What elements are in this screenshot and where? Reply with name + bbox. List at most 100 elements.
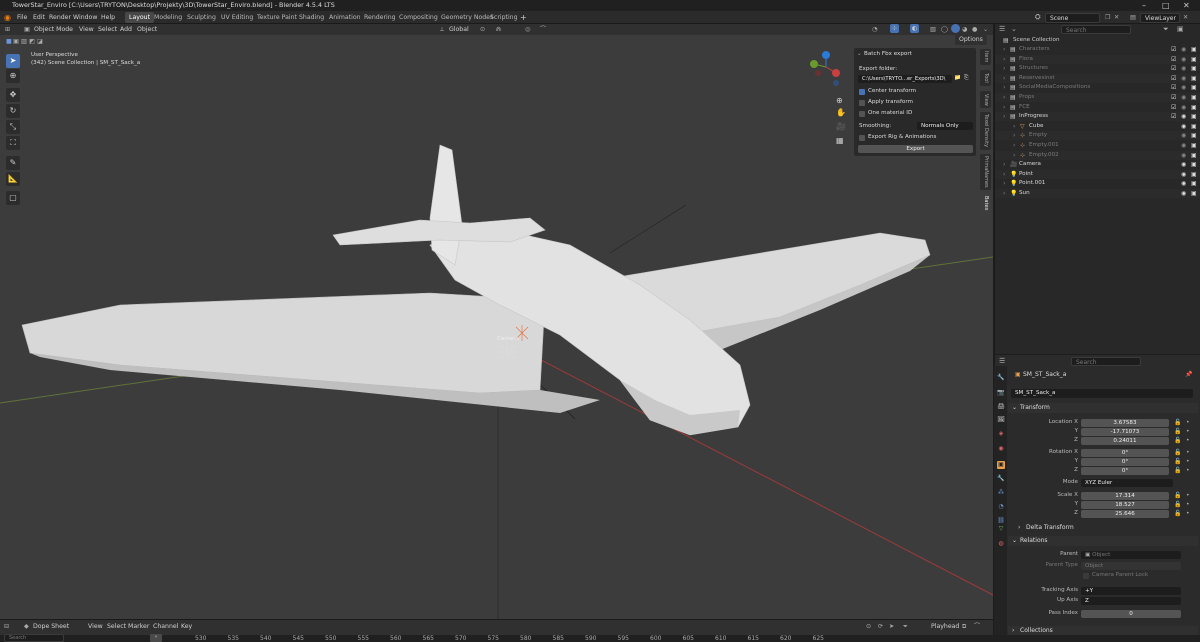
- scene-copy-icon[interactable]: ❐: [1105, 11, 1111, 24]
- outliner-row[interactable]: › ▤ FCE ☑ ◉ ▣: [995, 103, 1200, 112]
- render-toggle-icon[interactable]: ▣: [1191, 103, 1197, 112]
- move-tool-button[interactable]: ✥: [6, 88, 20, 102]
- render-toggle-icon[interactable]: ▣: [1191, 55, 1197, 64]
- visibility-eye-icon[interactable]: ◉: [1181, 179, 1186, 188]
- expand-arrow-icon[interactable]: ›: [1003, 45, 1005, 54]
- filter-icon[interactable]: ⏷: [1163, 25, 1169, 34]
- parent-type-dropdown[interactable]: Object: [1081, 562, 1181, 570]
- keyframe-icon[interactable]: •: [1186, 428, 1190, 435]
- export-folder-input[interactable]: C:\Users\TRYTO...er_Exports\3D\: [858, 75, 952, 83]
- lock-icon[interactable]: 🔓: [1174, 437, 1181, 444]
- exclude-checkbox-icon[interactable]: ☑: [1171, 83, 1176, 92]
- add-cube-tool-button[interactable]: ▢: [6, 191, 20, 205]
- visibility-eye-icon[interactable]: ◉: [1181, 170, 1186, 179]
- render-toggle-icon[interactable]: ▣: [1191, 64, 1197, 73]
- transform-section-header[interactable]: ⌄ Transform: [1008, 403, 1198, 413]
- proportional-icon[interactable]: ⌒: [974, 620, 980, 633]
- close-icon[interactable]: ✕: [1183, 0, 1190, 11]
- playhead-dropdown[interactable]: Playhead: [931, 620, 959, 633]
- keyframe-icon[interactable]: •: [1186, 458, 1190, 465]
- select-tool-button[interactable]: ➤: [6, 54, 20, 68]
- dope-sheet-search-input[interactable]: Search: [4, 634, 64, 642]
- options-dropdown[interactable]: Options: [955, 35, 987, 45]
- render-toggle-icon[interactable]: ▣: [1191, 45, 1197, 54]
- outliner-row[interactable]: › ▽ Cube ◉ ▣: [995, 122, 1200, 131]
- expand-arrow-icon[interactable]: ›: [1003, 103, 1005, 112]
- workspace-tab-scripting[interactable]: Scripting: [486, 12, 522, 23]
- outliner-row[interactable]: › 💡 Point.001 ◉ ▣: [995, 179, 1200, 188]
- keyframe-icon[interactable]: •: [1186, 449, 1190, 456]
- timeline-menu-view[interactable]: View: [88, 620, 103, 633]
- outliner-display-mode-icon[interactable]: ⌄: [1011, 25, 1017, 33]
- outliner-row-scene-collection[interactable]: ▤ Scene Collection: [995, 36, 1200, 45]
- rotation-x-field[interactable]: 0°: [1081, 449, 1169, 457]
- scene-selector[interactable]: Scene: [1045, 13, 1100, 23]
- annotate-tool-button[interactable]: ✎: [6, 156, 20, 170]
- scene-remove-icon[interactable]: ✕: [1114, 11, 1119, 24]
- properties-editor-icon[interactable]: ☰: [999, 357, 1005, 365]
- exclude-checkbox-icon[interactable]: ☑: [1171, 112, 1176, 121]
- workspace-tab-compositing[interactable]: Compositing: [395, 12, 442, 23]
- render-tab-icon[interactable]: 📷: [997, 389, 1005, 397]
- auto-key-icon[interactable]: ⟳: [878, 620, 883, 633]
- transform-tool-button[interactable]: ⛶: [6, 136, 20, 150]
- dope-sheet-mode-dropdown[interactable]: Dope Sheet: [33, 620, 69, 633]
- modifier-tab-icon[interactable]: 🔧: [997, 475, 1005, 483]
- outliner-row[interactable]: › ▤ Characters ☑ ◉ ▣: [995, 45, 1200, 54]
- location-z-field[interactable]: 0.24011: [1081, 437, 1169, 445]
- outliner-row[interactable]: › 💡 Sun ◉ ▣: [995, 189, 1200, 198]
- tab-texel-density[interactable]: Texel Density: [980, 112, 991, 150]
- outliner-row[interactable]: › ⊹ Empty.002 ◉ ▣: [995, 150, 1200, 160]
- exclude-checkbox-icon[interactable]: ☑: [1171, 64, 1176, 73]
- particles-tab-icon[interactable]: ⁂: [997, 489, 1005, 497]
- timeline-menu-select[interactable]: Select: [107, 620, 126, 633]
- keyframe-icon[interactable]: •: [1186, 501, 1190, 508]
- lock-icon[interactable]: 🔓: [1174, 428, 1181, 435]
- visibility-eye-icon[interactable]: ◉: [1181, 112, 1186, 121]
- rotation-mode-dropdown[interactable]: XYZ Euler: [1081, 479, 1173, 487]
- physics-tab-icon[interactable]: ◔: [997, 503, 1005, 511]
- visibility-eye-icon[interactable]: ◉: [1181, 74, 1186, 83]
- scroll-left-icon[interactable]: «: [150, 634, 162, 642]
- scale-y-field[interactable]: 18.527: [1081, 501, 1169, 509]
- only-selected-icon[interactable]: ➤: [889, 620, 894, 633]
- object-name-field[interactable]: SM_ST_Sack_a: [1011, 389, 1193, 398]
- rotation-z-field[interactable]: 0°: [1081, 467, 1169, 475]
- constraints-tab-icon[interactable]: ⛓: [997, 517, 1005, 525]
- expand-arrow-icon[interactable]: ›: [1003, 83, 1005, 92]
- lock-icon[interactable]: 🔓: [1174, 449, 1181, 456]
- tab-item[interactable]: Item: [980, 49, 991, 65]
- gizmo-toggle-icon[interactable]: ⊹: [890, 24, 899, 33]
- tab-primanames[interactable]: PrimaNames: [980, 154, 991, 190]
- output-tab-icon[interactable]: 🖨: [997, 403, 1005, 411]
- lock-icon[interactable]: 🔓: [1174, 501, 1181, 508]
- location-y-field[interactable]: -17.71073: [1081, 428, 1169, 436]
- expand-arrow-icon[interactable]: ›: [1013, 131, 1015, 140]
- workspace-tab-sculpting[interactable]: Sculpting: [183, 12, 220, 23]
- render-toggle-icon[interactable]: ▣: [1191, 131, 1197, 140]
- render-toggle-icon[interactable]: ▣: [1191, 93, 1197, 102]
- visibility-eye-icon[interactable]: ◉: [1181, 93, 1186, 102]
- tab-tool[interactable]: Tool: [980, 70, 991, 86]
- scene-icon[interactable]: ⛭: [1035, 11, 1041, 24]
- export-button[interactable]: Export: [858, 145, 973, 153]
- properties-search-input[interactable]: Search: [1071, 357, 1141, 366]
- visibility-eye-icon[interactable]: ◉: [1181, 122, 1186, 131]
- parent-field[interactable]: ▣ Object: [1081, 551, 1181, 559]
- tab-batex[interactable]: Batex: [980, 194, 991, 213]
- timeline-menu-key[interactable]: Key: [181, 620, 192, 633]
- smoothing-dropdown[interactable]: Normals Only: [917, 122, 973, 130]
- visibility-eye-icon[interactable]: ◉: [1181, 83, 1186, 92]
- keyframe-icon[interactable]: •: [1186, 419, 1190, 426]
- pin-icon[interactable]: 📌: [1185, 371, 1192, 378]
- workspace-tab-uv-editing[interactable]: UV Editing: [217, 12, 257, 23]
- visibility-eye-icon[interactable]: ◉: [1181, 45, 1186, 54]
- scale-x-field[interactable]: 17.314: [1081, 492, 1169, 500]
- expand-arrow-icon[interactable]: ›: [1003, 112, 1005, 121]
- pass-index-field[interactable]: 0: [1081, 610, 1181, 618]
- expand-arrow-icon[interactable]: ›: [1013, 122, 1015, 131]
- maximize-icon[interactable]: □: [1162, 0, 1170, 11]
- minimize-icon[interactable]: –: [1142, 0, 1146, 11]
- rotate-tool-button[interactable]: ↻: [6, 104, 20, 118]
- up-axis-dropdown[interactable]: Z: [1081, 597, 1181, 605]
